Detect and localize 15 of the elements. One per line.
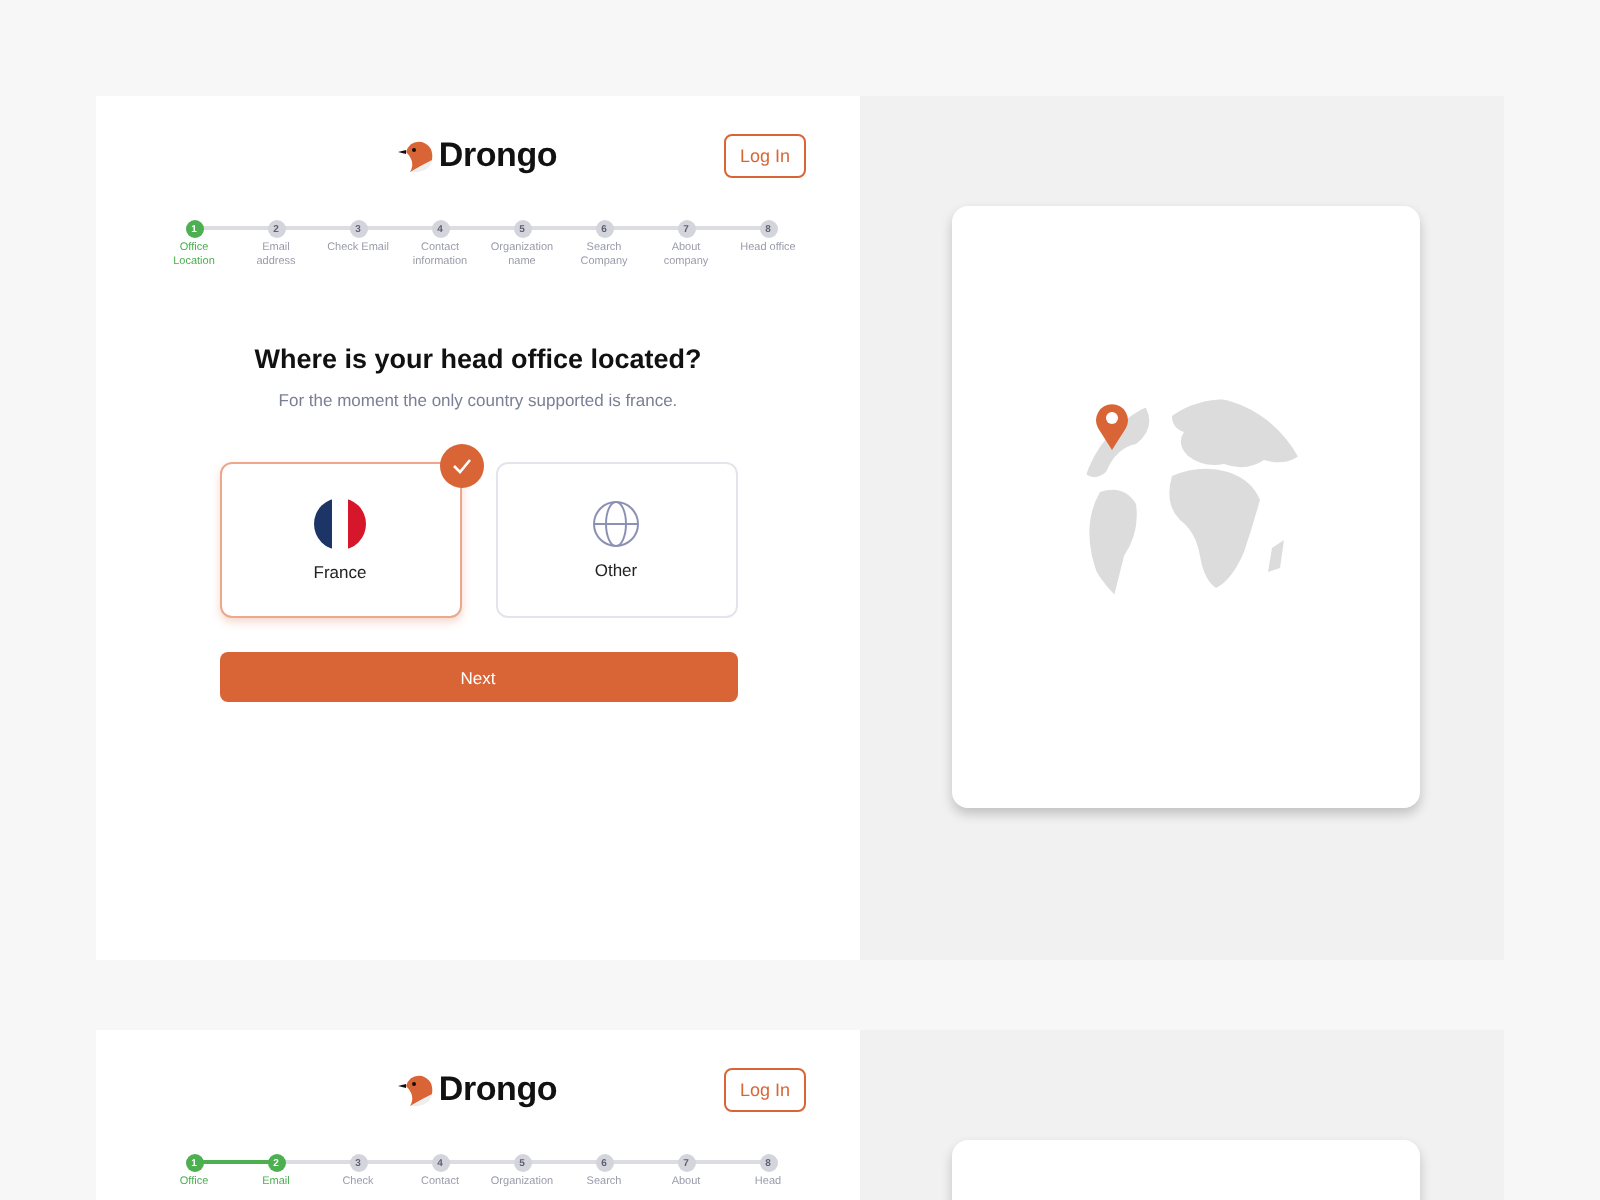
- logo-text: Drongo: [438, 1070, 558, 1110]
- check-badge-icon: [439, 444, 483, 488]
- location-pin-icon: [1094, 402, 1130, 450]
- flag-icon: [314, 498, 366, 550]
- country-option[interactable]: Other: [495, 462, 737, 618]
- bird-logo-icon: [398, 1073, 437, 1107]
- country-option[interactable]: France: [219, 462, 461, 618]
- next-button[interactable]: Next: [219, 652, 737, 702]
- login-button[interactable]: Log In: [724, 1068, 806, 1112]
- subtitle-text: For the moment the only country supported is france.: [278, 390, 678, 410]
- logo-text: Drongo: [438, 136, 558, 176]
- question-heading: Where is your head office located?: [254, 344, 702, 374]
- login-button[interactable]: Log In: [724, 134, 806, 178]
- bird-logo-icon: [398, 139, 437, 173]
- globe-icon: [592, 500, 640, 548]
